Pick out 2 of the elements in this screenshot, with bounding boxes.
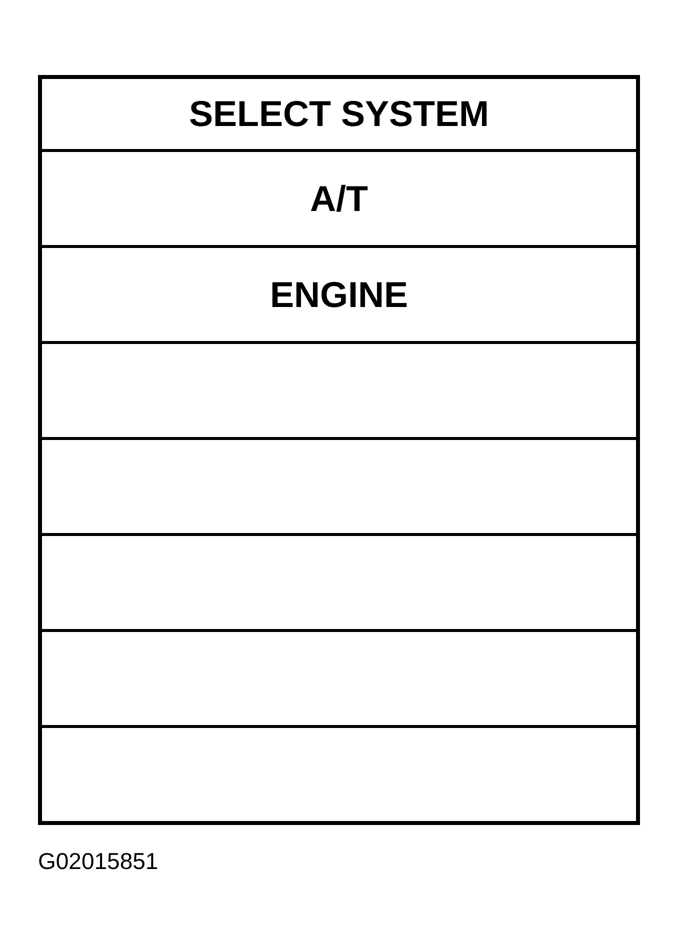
menu-title: SELECT SYSTEM bbox=[188, 96, 490, 132]
figure-code: G02015851 bbox=[38, 848, 158, 874]
